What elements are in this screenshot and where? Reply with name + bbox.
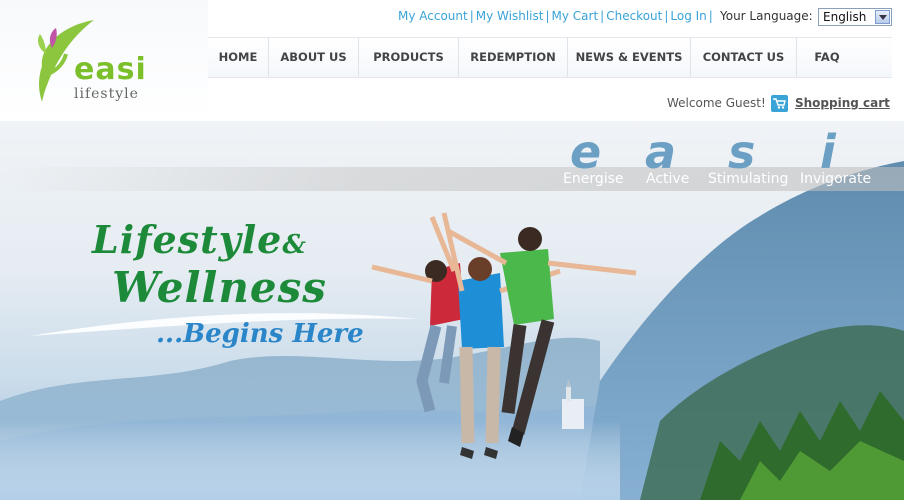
easi-word-energise: Energise <box>563 171 624 187</box>
language-selected-value: English <box>823 10 867 24</box>
nav-products[interactable]: PRODUCTS <box>359 38 459 77</box>
welcome-text: Welcome Guest! <box>667 96 766 110</box>
tagline-lifestyle-text: Lifestyle <box>92 217 283 262</box>
my-cart-link[interactable]: My Cart <box>552 9 599 23</box>
nav-redemption[interactable]: REDEMPTION <box>459 38 568 77</box>
shopping-cart-icon[interactable] <box>771 95 788 112</box>
easi-word-stimulating: Stimulating <box>708 171 789 187</box>
easi-word-active: Active <box>646 171 690 187</box>
tagline-lifestyle: Lifestyle& <box>92 217 307 262</box>
shopping-cart-link[interactable]: Shopping cart <box>795 96 890 110</box>
log-in-link[interactable]: Log In <box>670 9 706 23</box>
tagline-wellness: Wellness <box>112 263 327 312</box>
nav-news-events[interactable]: NEWS & EVENTS <box>568 38 691 77</box>
top-links: My Account | My Wishlist | My Cart | Checkout |… <box>398 9 713 23</box>
language-select[interactable]: English <box>818 8 892 26</box>
main-nav: HOME ABOUT US PRODUCTS REDEMPTION NEWS &… <box>208 37 892 78</box>
hero-banner: e a s i Energise Active Stimulating Invi… <box>0 121 904 500</box>
my-wishlist-link[interactable]: My Wishlist <box>476 9 544 23</box>
tagline-begins-here: ...Begins Here <box>156 319 364 349</box>
tagline-ampersand: & <box>282 230 307 260</box>
logo[interactable]: easi lifestyle <box>0 0 208 121</box>
nav-faq[interactable]: FAQ <box>797 38 857 77</box>
my-account-link[interactable]: My Account <box>398 9 468 23</box>
header: easi lifestyle My Account | My Wishlist | My… <box>0 0 904 121</box>
language-label: Your Language: <box>720 9 813 23</box>
nav-home[interactable]: HOME <box>208 38 269 77</box>
nav-about-us[interactable]: ABOUT US <box>269 38 359 77</box>
nav-contact-us[interactable]: CONTACT US <box>691 38 797 77</box>
logo-word: easi <box>74 52 147 87</box>
logo-subtitle: lifestyle <box>74 86 139 102</box>
easi-word-invigorate: Invigorate <box>800 171 872 187</box>
checkout-link[interactable]: Checkout <box>606 9 662 23</box>
chevron-down-icon[interactable] <box>875 10 890 24</box>
page: easi lifestyle My Account | My Wishlist | My… <box>0 0 904 500</box>
